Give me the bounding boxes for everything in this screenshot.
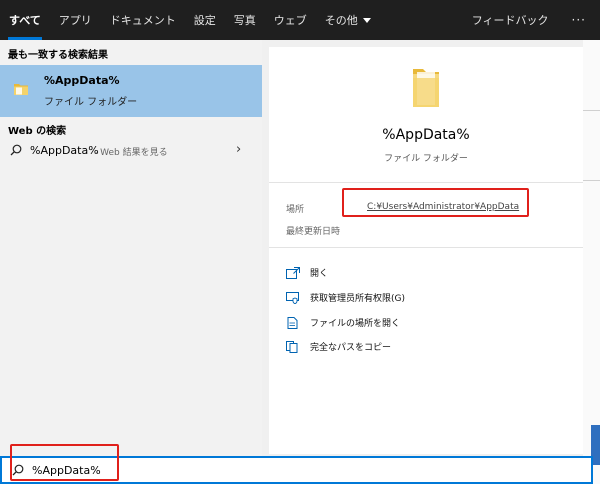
divider [269,247,583,248]
file-location-icon [287,316,298,329]
tab-apps-label: アプリ [58,14,92,27]
open-file-location-label: ファイルの場所を開く [310,319,401,329]
tab-documents-label: ドキュメント [109,14,176,27]
divider [269,182,583,183]
location-label: 場所 [286,205,305,215]
chevron-down-icon [362,17,371,23]
tab-all-label: すべて [9,14,41,27]
tab-more-label: その他 [324,14,358,27]
web-search-result[interactable]: %AppData% - Web 結果を見る › [0,140,262,162]
tab-photos[interactable]: 写真 [225,0,265,40]
open-action[interactable]: 開く [286,266,328,279]
results-pane: 最も一致する検索結果 %AppData% ファイル フォルダー Web の検索 … [0,40,262,456]
best-match-item[interactable]: %AppData% ファイル フォルダー [0,65,262,117]
divider [583,180,600,181]
best-match-heading: 最も一致する検索結果 [8,50,108,61]
admin-shield-icon [286,291,299,304]
background-window-edge [583,40,600,484]
search-icon [10,144,22,156]
copy-full-path-label: 完全なパスをコピー [310,343,392,353]
best-match-type: ファイル フォルダー [44,97,138,108]
location-link[interactable]: C:¥Users¥Administrator¥AppData [367,202,519,212]
detail-title: %AppData% [382,127,470,143]
open-icon [286,266,300,279]
search-tab-bar: すべて アプリ ドキュメント 設定 写真 ウェブ その他 フィードバック ··· [0,0,600,40]
tab-settings[interactable]: 設定 [185,0,225,40]
web-search-heading: Web の検索 [8,126,67,137]
tab-more[interactable]: その他 [316,0,380,40]
feedback-button[interactable]: フィードバック [463,0,558,40]
chevron-right-icon[interactable]: › [236,142,241,157]
tab-photos-label: 写真 [233,14,256,27]
tab-settings-label: 設定 [193,14,216,27]
folder-icon [14,84,28,95]
open-file-location-action[interactable]: ファイルの場所を開く [286,316,400,329]
search-box[interactable]: %AppData% [0,456,593,484]
folder-icon [413,69,439,107]
copy-path-icon [286,340,298,353]
detail-type: ファイル フォルダー [384,154,468,164]
admin-ownership-label: 获取管理员所有权限(G) [310,294,405,304]
open-action-label: 開く [310,269,329,279]
detail-pane: %AppData% ファイル フォルダー 場所 C:¥Users¥Adminis… [269,47,583,454]
tab-web[interactable]: ウェブ [265,0,316,40]
web-result-suffix: - Web 結果を見る [94,148,168,158]
tab-all[interactable]: すべて [0,0,50,40]
admin-ownership-action[interactable]: 获取管理员所有权限(G) [286,291,405,304]
search-input[interactable]: %AppData% [32,464,101,477]
tab-apps[interactable]: アプリ [50,0,101,40]
copy-full-path-action[interactable]: 完全なパスをコピー [286,340,391,353]
divider [583,110,600,111]
tab-documents[interactable]: ドキュメント [101,0,185,40]
best-match-name: %AppData% [44,74,120,87]
modified-label: 最終更新日時 [286,227,341,237]
web-result-query: %AppData% [30,144,99,157]
tab-web-label: ウェブ [273,14,307,27]
search-icon [12,464,24,476]
feedback-label: フィードバック [471,14,549,27]
more-options-button[interactable]: ··· [558,13,600,27]
